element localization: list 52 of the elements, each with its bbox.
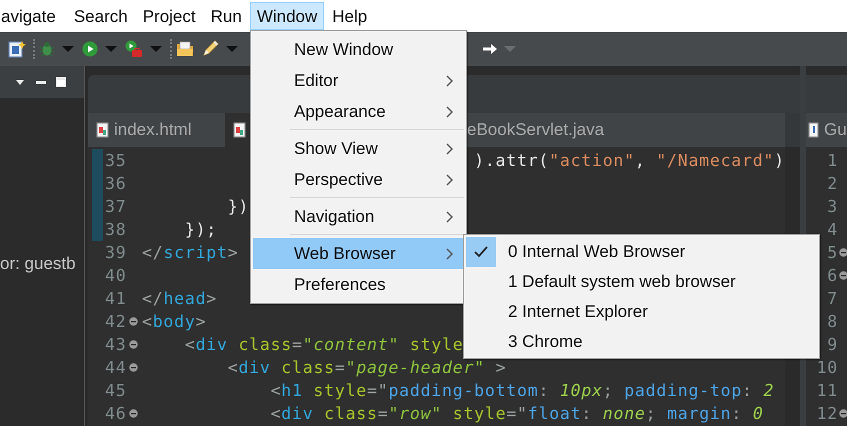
line-number: 36 xyxy=(104,174,128,193)
menu-item[interactable]: Editor xyxy=(253,65,464,96)
code-line: <div class="page-header" > xyxy=(226,360,506,375)
line-number: 11 xyxy=(816,381,839,400)
line-number: 44 xyxy=(104,358,128,377)
editor-tab[interactable]: index.html xyxy=(88,113,225,147)
menu-item[interactable]: Navigation xyxy=(253,201,464,232)
menu-item[interactable]: 0 Internal Web Browser xyxy=(466,237,817,267)
line-number: 10 xyxy=(816,358,839,377)
line-number: 9 xyxy=(826,335,839,354)
menu-item[interactable]: 1 Default system web browser xyxy=(466,267,817,297)
line-number: 38 xyxy=(104,220,128,239)
editor-tab[interactable]: Gu xyxy=(806,113,847,147)
code-line: }); xyxy=(184,222,217,237)
menu-item[interactable]: Help xyxy=(325,2,374,30)
line-number: 3 xyxy=(826,197,839,216)
code-line: <div class="content" style xyxy=(184,337,464,352)
line-number: 37 xyxy=(104,197,128,216)
line-number: 35 xyxy=(104,151,128,170)
line-number: 45 xyxy=(104,381,128,400)
code-line: </script> xyxy=(142,245,238,260)
line-number: 12 xyxy=(816,404,839,423)
line-number: 2 xyxy=(826,174,839,193)
code-line: </head> xyxy=(142,291,218,306)
line-number: 42 xyxy=(104,312,128,331)
code-line: <h1 style="padding-bottom: 10px; padding-top: 2 xyxy=(270,383,774,398)
menu-item[interactable]: Web Browser xyxy=(253,238,464,269)
menu-item[interactable]: 2 Internet Explorer xyxy=(466,297,817,327)
line-number: 4 xyxy=(826,220,839,239)
line-number: 41 xyxy=(104,289,128,308)
menu-item[interactable]: Run xyxy=(204,2,249,30)
menu-item[interactable]: Perspective xyxy=(253,164,464,195)
line-number: 5 xyxy=(826,243,839,262)
code-line: <body> xyxy=(142,314,206,329)
line-number: 8 xyxy=(826,312,839,331)
code-line: <div class="row" style="float: none; margin: 0 xyxy=(270,406,764,421)
line-number: 43 xyxy=(104,335,128,354)
line-number: 39 xyxy=(104,243,128,262)
menu-item[interactable]: Project xyxy=(136,2,203,30)
menu-item[interactable]: Search xyxy=(66,2,135,30)
menu-item[interactable]: avigate xyxy=(0,2,63,30)
panel-text: or: guestb xyxy=(0,254,77,274)
line-number: 46 xyxy=(104,404,128,423)
menu-item[interactable]: Preferences xyxy=(253,269,464,300)
menu-item[interactable]: Window xyxy=(250,2,324,30)
line-number: 6 xyxy=(826,266,839,285)
line-number: 1 xyxy=(826,151,839,170)
line-number: 40 xyxy=(104,266,128,285)
menu-item[interactable]: 3 Chrome xyxy=(466,327,817,357)
code-line: ).attr("action", "/Namecard") xyxy=(473,153,785,168)
line-number: 7 xyxy=(826,289,839,308)
code-line: }) xyxy=(226,199,250,214)
